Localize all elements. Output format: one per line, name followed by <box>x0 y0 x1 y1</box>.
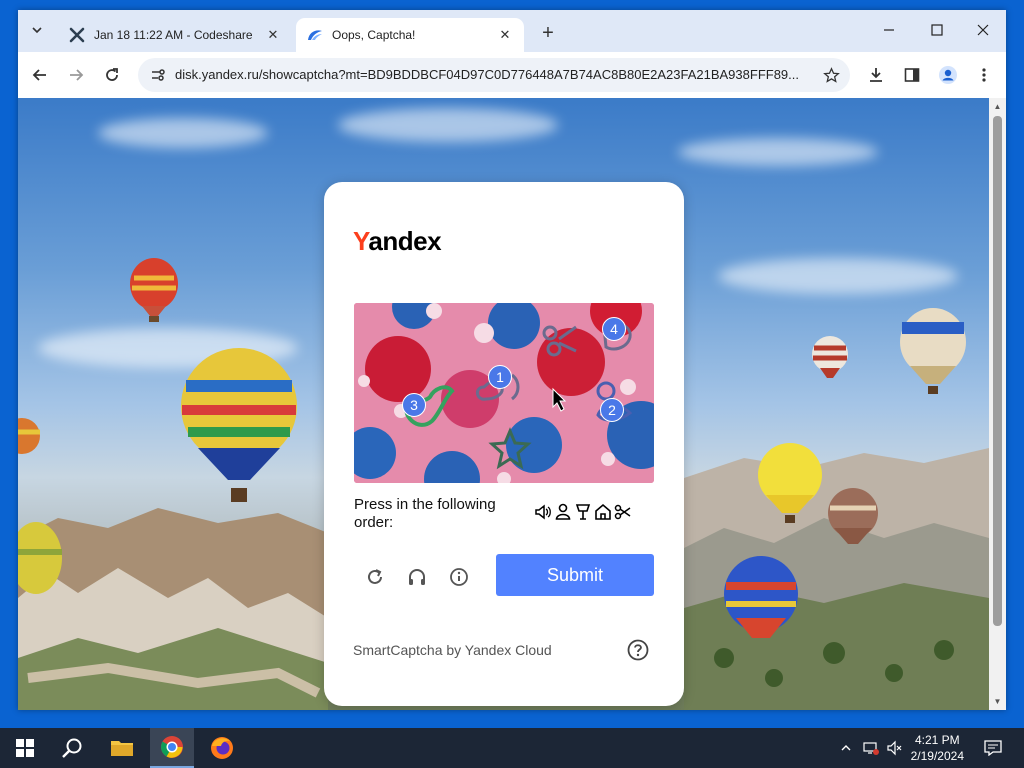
cloud <box>678 138 878 166</box>
reload-button[interactable] <box>98 61 126 89</box>
codeshare-favicon-icon <box>68 26 86 44</box>
reload-icon <box>106 68 118 81</box>
scrollbar-thumb[interactable] <box>993 116 1002 626</box>
tab-title: Jan 18 11:22 AM - Codeshare <box>94 28 253 42</box>
download-icon <box>870 68 882 82</box>
balloon <box>828 488 878 544</box>
captcha-instruction: Press in the following order: <box>354 496 496 531</box>
menu-button[interactable] <box>970 61 998 89</box>
click-marker-1[interactable]: 1 <box>488 365 512 389</box>
firefox-icon <box>211 737 233 759</box>
balloon <box>758 443 822 523</box>
click-marker-3[interactable]: 3 <box>402 393 426 417</box>
balloon <box>18 418 40 454</box>
close-tab-icon[interactable]: ✕ <box>264 26 282 44</box>
forward-button[interactable] <box>62 61 90 89</box>
info-button[interactable] <box>444 562 474 592</box>
folder-icon <box>111 741 133 756</box>
side-panel-button[interactable] <box>898 61 926 89</box>
profile-icon <box>939 66 957 84</box>
scissors-icon <box>614 503 632 521</box>
clock-date: 2/19/2024 <box>910 749 964 763</box>
balloon <box>900 308 966 394</box>
house-icon <box>594 503 612 521</box>
balloon <box>130 258 178 322</box>
page-background: ▲ ▼ Yandex 1 2 3 4 Press in the followin… <box>18 98 1006 710</box>
search-button[interactable] <box>50 728 94 768</box>
icon-order-sequence <box>534 503 632 521</box>
network-icon[interactable] <box>860 728 882 768</box>
browser-window: Jan 18 11:22 AM - Codeshare ✕ Oops, Capt… <box>18 10 1006 710</box>
tab-strip: Jan 18 11:22 AM - Codeshare ✕ Oops, Capt… <box>18 10 1006 52</box>
refresh-captcha-button[interactable] <box>360 562 390 592</box>
cloud <box>338 108 558 142</box>
chevron-down-icon <box>31 24 43 39</box>
url-text: disk.yandex.ru/showcaptcha?mt=BD9BDDBCF0… <box>175 67 799 82</box>
notifications-button[interactable] <box>978 728 1008 768</box>
profile-button[interactable] <box>934 61 962 89</box>
scroll-up-icon[interactable]: ▲ <box>992 101 1003 112</box>
tab-codeshare[interactable]: Jan 18 11:22 AM - Codeshare ✕ <box>58 18 292 52</box>
audio-captcha-button[interactable] <box>402 562 432 592</box>
chrome-icon <box>161 736 183 758</box>
tab-captcha[interactable]: Oops, Captcha! ✕ <box>296 18 524 52</box>
chevron-up-icon[interactable] <box>836 728 856 768</box>
submit-button[interactable]: Submit <box>496 554 654 596</box>
notification-icon <box>984 740 1002 756</box>
vertical-scrollbar[interactable]: ▲ ▼ <box>989 98 1006 710</box>
tab-search-button[interactable] <box>24 18 50 44</box>
balloon <box>18 522 62 594</box>
lamp-icon <box>574 503 592 521</box>
cloud <box>718 258 958 294</box>
side-panel-icon <box>904 68 920 82</box>
file-explorer-button[interactable] <box>100 728 144 768</box>
bookmark-star-icon[interactable] <box>820 64 842 86</box>
captcha-footer: SmartCaptcha by Yandex Cloud <box>353 642 552 658</box>
tab-title: Oops, Captcha! <box>332 28 416 42</box>
start-button[interactable] <box>4 728 46 768</box>
close-tab-icon[interactable]: ✕ <box>496 26 514 44</box>
arrow-right-icon <box>70 69 84 81</box>
person-icon <box>554 503 572 521</box>
click-marker-2[interactable]: 2 <box>600 398 624 422</box>
balloon <box>181 348 297 502</box>
scroll-down-icon[interactable]: ▼ <box>992 696 1003 707</box>
more-vertical-icon <box>982 68 986 82</box>
landscape-left <box>18 508 328 710</box>
search-icon <box>62 738 82 758</box>
chrome-taskbar-button[interactable] <box>150 728 194 768</box>
balloon <box>812 336 848 378</box>
question-icon <box>627 639 649 661</box>
windows-icon <box>16 739 34 757</box>
taskbar-clock[interactable]: 4:21 PM 2/19/2024 <box>911 732 964 764</box>
browser-toolbar: disk.yandex.ru/showcaptcha?mt=BD9BDDBCF0… <box>18 52 1006 98</box>
back-button[interactable] <box>26 61 54 89</box>
arrow-left-icon <box>32 69 46 81</box>
close-window-button[interactable] <box>960 10 1006 50</box>
captcha-card: Yandex 1 2 3 4 Press in the following or… <box>324 182 684 706</box>
megaphone-icon <box>534 503 552 521</box>
taskbar: 4:21 PM 2/19/2024 <box>0 728 1024 768</box>
help-button[interactable] <box>626 638 650 662</box>
click-marker-4[interactable]: 4 <box>602 317 626 341</box>
volume-muted-icon[interactable] <box>884 728 906 768</box>
address-bar[interactable]: disk.yandex.ru/showcaptcha?mt=BD9BDDBCF0… <box>138 58 850 92</box>
captcha-image[interactable]: 1 2 3 4 <box>354 303 654 483</box>
info-icon <box>450 568 468 586</box>
refresh-icon <box>368 569 382 584</box>
minimize-button[interactable] <box>866 10 912 50</box>
site-info-icon[interactable] <box>148 65 168 85</box>
yandex-logo: Yandex <box>353 226 442 256</box>
clock-time: 4:21 PM <box>914 733 960 747</box>
new-tab-button[interactable]: + <box>536 21 560 45</box>
cloud <box>98 118 268 148</box>
yandex-disk-favicon-icon <box>306 26 324 44</box>
firefox-taskbar-button[interactable] <box>200 728 244 768</box>
headphones-icon <box>409 569 425 585</box>
maximize-button[interactable] <box>914 10 960 50</box>
downloads-button[interactable] <box>862 61 890 89</box>
balloon <box>724 556 798 638</box>
